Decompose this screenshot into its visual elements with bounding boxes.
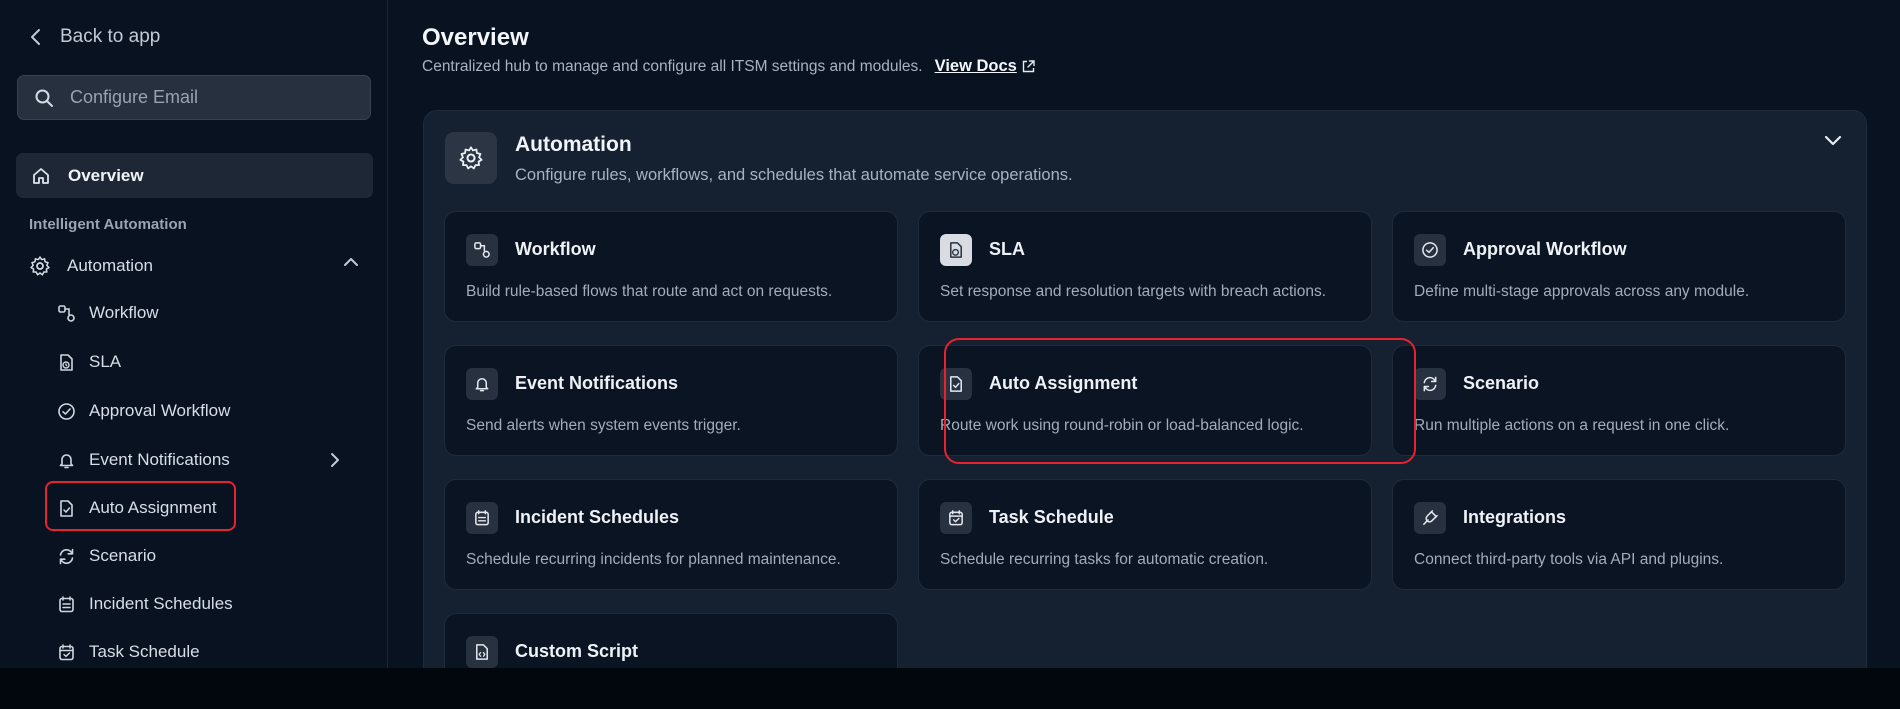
card-title: SLA (989, 239, 1025, 259)
bell-icon (466, 368, 498, 400)
external-link-icon (1021, 59, 1036, 74)
workflow-icon (466, 234, 498, 266)
sidebar-group-label: Automation (67, 256, 153, 275)
sidebar-item-label: Incident Schedules (89, 594, 233, 613)
card-integrations[interactable]: Integrations Connect third-party tools v… (1392, 479, 1846, 590)
bottom-strip (0, 668, 1900, 709)
card-description: Route work using round-robin or load-bal… (940, 417, 1304, 434)
sidebar-item-label: SLA (89, 352, 122, 371)
card-approval-workflow[interactable]: Approval Workflow Define multi-stage app… (1392, 211, 1846, 322)
gear-icon (29, 255, 51, 277)
card-title: Auto Assignment (989, 373, 1138, 393)
file-clock-icon (57, 353, 76, 372)
search-icon (34, 88, 54, 108)
search-input[interactable] (70, 87, 350, 108)
card-description: Connect third-party tools via API and pl… (1414, 551, 1724, 568)
workflow-icon (57, 304, 76, 323)
view-docs-label: View Docs (934, 57, 1017, 75)
sidebar-item-auto-assignment[interactable]: Auto Assignment (57, 494, 217, 522)
card-title: Task Schedule (989, 507, 1114, 527)
calendar-list-icon (466, 502, 498, 534)
back-to-app-label: Back to app (60, 26, 161, 47)
plug-icon (1414, 502, 1446, 534)
sidebar-item-workflow[interactable]: Workflow (57, 299, 159, 327)
calendar-list-icon (57, 595, 76, 614)
sidebar-item-label: Event Notifications (89, 450, 230, 469)
chevron-right-icon (330, 452, 340, 468)
automation-panel: Automation Configure rules, workflows, a… (423, 110, 1867, 709)
card-description: Run multiple actions on a request in one… (1414, 417, 1730, 434)
page-subtitle-text: Centralized hub to manage and configure … (422, 57, 923, 75)
sidebar-item-incident-schedules[interactable]: Incident Schedules (57, 590, 233, 618)
card-title: Incident Schedules (515, 507, 680, 527)
card-description: Set response and resolution targets with… (940, 283, 1327, 300)
sidebar-item-event-notifications[interactable]: Event Notifications (57, 446, 347, 474)
card-workflow[interactable]: Workflow Build rule-based flows that rou… (444, 211, 898, 322)
page-subtitle: Centralized hub to manage and configure … (422, 57, 1036, 76)
sidebar-item-label: Workflow (89, 303, 159, 322)
file-user-icon (940, 368, 972, 400)
panel-description: Configure rules, workflows, and schedule… (515, 166, 1073, 184)
chevron-left-icon (30, 28, 42, 46)
sidebar-item-label: Overview (68, 165, 144, 185)
check-circle-icon (1414, 234, 1446, 266)
sidebar-item-sla[interactable]: SLA (57, 348, 121, 376)
file-code-icon (466, 636, 498, 668)
card-description: Schedule recurring incidents for planned… (466, 551, 841, 568)
refresh-icon (57, 547, 76, 566)
page-title: Overview (422, 24, 529, 51)
file-clock-icon (940, 234, 972, 266)
search-box[interactable] (17, 75, 371, 120)
view-docs-link[interactable]: View Docs (935, 57, 1036, 76)
card-title: Workflow (515, 239, 596, 259)
main-content: Overview Centralized hub to manage and c… (389, 0, 1900, 709)
file-user-icon (57, 499, 76, 518)
panel-title: Automation (515, 133, 632, 156)
card-title: Event Notifications (515, 373, 679, 393)
sidebar-item-approval-workflow[interactable]: Approval Workflow (57, 397, 230, 425)
sidebar-item-scenario[interactable]: Scenario (57, 542, 156, 570)
card-task-schedule[interactable]: Task Schedule Schedule recurring tasks f… (918, 479, 1372, 590)
home-icon (31, 166, 51, 186)
card-description: Build rule-based flows that route and ac… (466, 283, 833, 300)
card-description: Schedule recurring tasks for automatic c… (940, 551, 1269, 568)
card-scenario[interactable]: Scenario Run multiple actions on a reque… (1392, 345, 1846, 456)
calendar-check-icon (57, 643, 76, 662)
calendar-check-icon (940, 502, 972, 534)
sidebar: Back to app Overview Intelligent Automat… (0, 0, 388, 668)
sidebar-item-label: Approval Workflow (89, 401, 231, 420)
check-circle-icon (57, 402, 76, 421)
card-title: Integrations (1463, 507, 1567, 527)
sidebar-group-automation[interactable]: Automation (29, 251, 359, 281)
card-title: Approval Workflow (1463, 239, 1627, 259)
gear-icon (445, 132, 497, 184)
sidebar-item-label: Task Schedule (89, 642, 200, 661)
sidebar-item-label: Auto Assignment (89, 498, 217, 517)
section-label: Intelligent Automation (29, 216, 187, 233)
back-to-app-link[interactable]: Back to app (30, 24, 160, 50)
chevron-up-icon (343, 257, 359, 267)
card-sla[interactable]: SLA Set response and resolution targets … (918, 211, 1372, 322)
collapse-panel-button[interactable] (1824, 135, 1842, 147)
sidebar-item-task-schedule[interactable]: Task Schedule (57, 638, 200, 666)
chevron-down-icon (1824, 135, 1842, 147)
card-title: Scenario (1463, 373, 1540, 393)
card-incident-schedules[interactable]: Incident Schedules Schedule recurring in… (444, 479, 898, 590)
refresh-icon (1414, 368, 1446, 400)
app-window: Back to app Overview Intelligent Automat… (0, 0, 1900, 709)
sidebar-item-label: Scenario (89, 546, 157, 565)
card-title: Custom Script (515, 641, 639, 661)
sidebar-item-overview[interactable]: Overview (16, 153, 373, 198)
card-auto-assignment[interactable]: Auto Assignment Route work using round-r… (918, 345, 1372, 456)
card-description: Define multi-stage approvals across any … (1414, 283, 1750, 300)
card-event-notifications[interactable]: Event Notifications Send alerts when sys… (444, 345, 898, 456)
card-description: Send alerts when system events trigger. (466, 417, 741, 434)
bell-icon (57, 451, 76, 470)
